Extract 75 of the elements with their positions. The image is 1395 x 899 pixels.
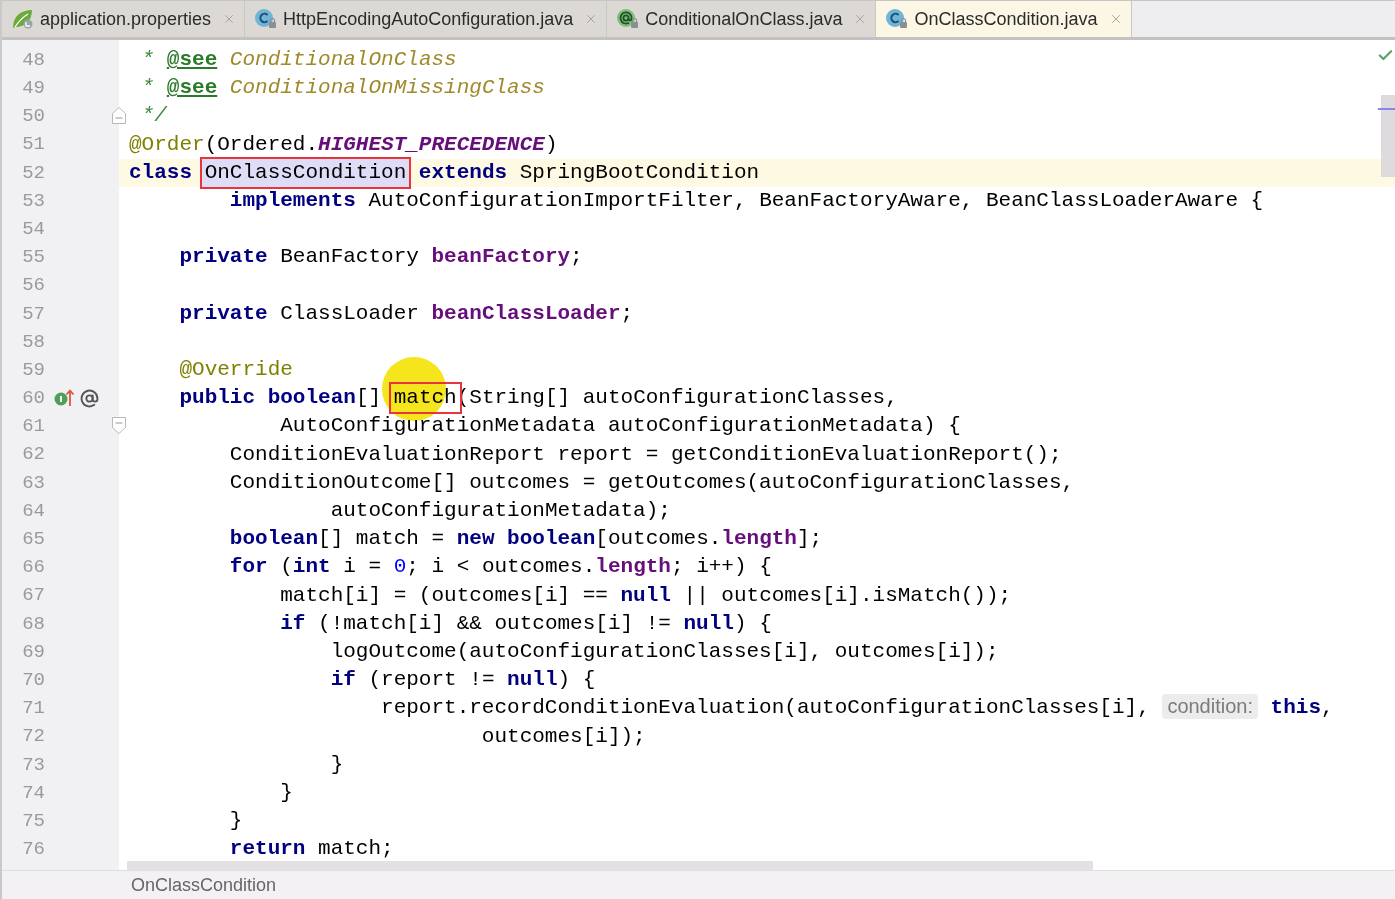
code-line: @Override bbox=[179, 358, 293, 382]
editor-tab[interactable]: application.properties bbox=[2, 1, 246, 37]
code-line: outcomes[i]); bbox=[481, 724, 646, 748]
line-number: 55 bbox=[21, 245, 45, 271]
parameter-hint: condition: bbox=[1162, 694, 1258, 720]
code-line: } bbox=[280, 780, 293, 804]
editor-tab[interactable]: OnClassCondition.java bbox=[876, 1, 1132, 37]
editor-tab[interactable]: ConditionalOnClass.java bbox=[607, 1, 877, 37]
line-number: 69 bbox=[21, 639, 45, 665]
line-number: 58 bbox=[21, 329, 45, 355]
code-line: match[i] = (outcomes[i] == null || outcomes[i].isMatch()); bbox=[280, 583, 1012, 607]
code-text: report.recordConditionEvaluation(autoConfigurationClasses[i], bbox=[381, 696, 1151, 720]
line-number: 67 bbox=[21, 583, 45, 609]
line-number: 52 bbox=[21, 160, 45, 186]
code-text: this, bbox=[1269, 696, 1334, 720]
code-line: return match; bbox=[229, 837, 394, 861]
line-number: 60 bbox=[21, 386, 45, 412]
line-number: 65 bbox=[21, 527, 45, 553]
line-number: 57 bbox=[21, 301, 45, 327]
code-line: * @see ConditionalOnMissingClass bbox=[141, 76, 545, 100]
code-text: extends SpringBootCondition bbox=[417, 160, 760, 184]
annotation-file-icon bbox=[616, 8, 641, 30]
code-line: @Order(Ordered.HIGHEST_PRECEDENCE) bbox=[129, 132, 558, 156]
line-number: 56 bbox=[21, 273, 45, 299]
line-number: 72 bbox=[21, 724, 45, 750]
line-number: 48 bbox=[21, 47, 45, 73]
code-line: boolean[] match = new boolean[outcomes.length]; bbox=[229, 527, 823, 551]
leaf-icon bbox=[11, 8, 35, 30]
at-sign-icon[interactable] bbox=[80, 388, 99, 408]
fold-marker-icon[interactable] bbox=[112, 417, 126, 435]
code-text: public boolean[] bbox=[179, 386, 383, 410]
line-number: 66 bbox=[21, 555, 45, 581]
code-line: ConditionEvaluationReport report = getConditionEvaluationReport(); bbox=[229, 442, 1062, 466]
code-line: AutoConfigurationMetadata autoConfigurationMetadata) { bbox=[280, 414, 961, 438]
code-line: autoConfigurationMetadata); bbox=[330, 499, 671, 522]
code-line: private ClassLoader beanClassLoader; bbox=[179, 301, 634, 325]
horizontal-scrollbar-thumb[interactable] bbox=[127, 861, 1093, 870]
line-number: 71 bbox=[21, 696, 45, 722]
code-line: if (!match[i] && outcomes[i] != null) { bbox=[280, 611, 772, 635]
code-line: private BeanFactory beanFactory; bbox=[179, 245, 583, 269]
line-number: 70 bbox=[21, 667, 45, 693]
line-number: 59 bbox=[21, 357, 45, 383]
line-number: 63 bbox=[21, 470, 45, 496]
line-number: 75 bbox=[21, 808, 45, 834]
code-line: for (int i = 0; i < outcomes.length; i++) { bbox=[229, 555, 772, 579]
line-number: 61 bbox=[21, 414, 45, 440]
line-number: 53 bbox=[21, 188, 45, 214]
breadcrumb-item[interactable]: OnClassCondition bbox=[131, 871, 277, 899]
editor-tab[interactable]: HttpEncodingAutoConfiguration.java bbox=[245, 1, 608, 37]
line-number: 49 bbox=[21, 76, 45, 102]
vertical-scrollbar-thumb[interactable] bbox=[1381, 95, 1395, 177]
line-number: 76 bbox=[21, 837, 45, 863]
line-number: 68 bbox=[21, 611, 45, 637]
line-number: 74 bbox=[21, 780, 45, 806]
code-line: ConditionOutcome[] outcomes = getOutcomes(autoConfigurationClasses, bbox=[229, 470, 1075, 494]
line-number: 62 bbox=[21, 442, 45, 468]
circle-arrow-up-icon[interactable] bbox=[54, 389, 74, 408]
code-line: } bbox=[330, 752, 344, 776]
code-line: implements AutoConfigurationImportFilter, BeanFactoryAware, BeanClassLoaderAware { bbox=[229, 188, 1264, 212]
code-line: } bbox=[229, 809, 243, 833]
line-number: 64 bbox=[21, 498, 45, 524]
line-number: 51 bbox=[21, 132, 45, 158]
line-number: 50 bbox=[21, 104, 45, 130]
line-number: 73 bbox=[21, 752, 45, 778]
code-line: if (report != null) { bbox=[330, 668, 596, 692]
code-line: * @see ConditionalOnClass bbox=[141, 48, 457, 71]
code-text: class bbox=[129, 160, 193, 184]
error-stripe-mark[interactable] bbox=[1378, 108, 1395, 110]
class-file-icon bbox=[885, 8, 910, 30]
code-line: logOutcome(autoConfigurationClasses[i], outcomes[i]); bbox=[330, 639, 999, 663]
code-text: (String[] autoConfigurationClasses, bbox=[456, 386, 898, 410]
framed-identifier: OnClassCondition bbox=[199, 156, 412, 189]
line-number: 54 bbox=[21, 216, 45, 242]
class-file-icon bbox=[254, 8, 279, 30]
code-line: */ bbox=[141, 104, 167, 128]
